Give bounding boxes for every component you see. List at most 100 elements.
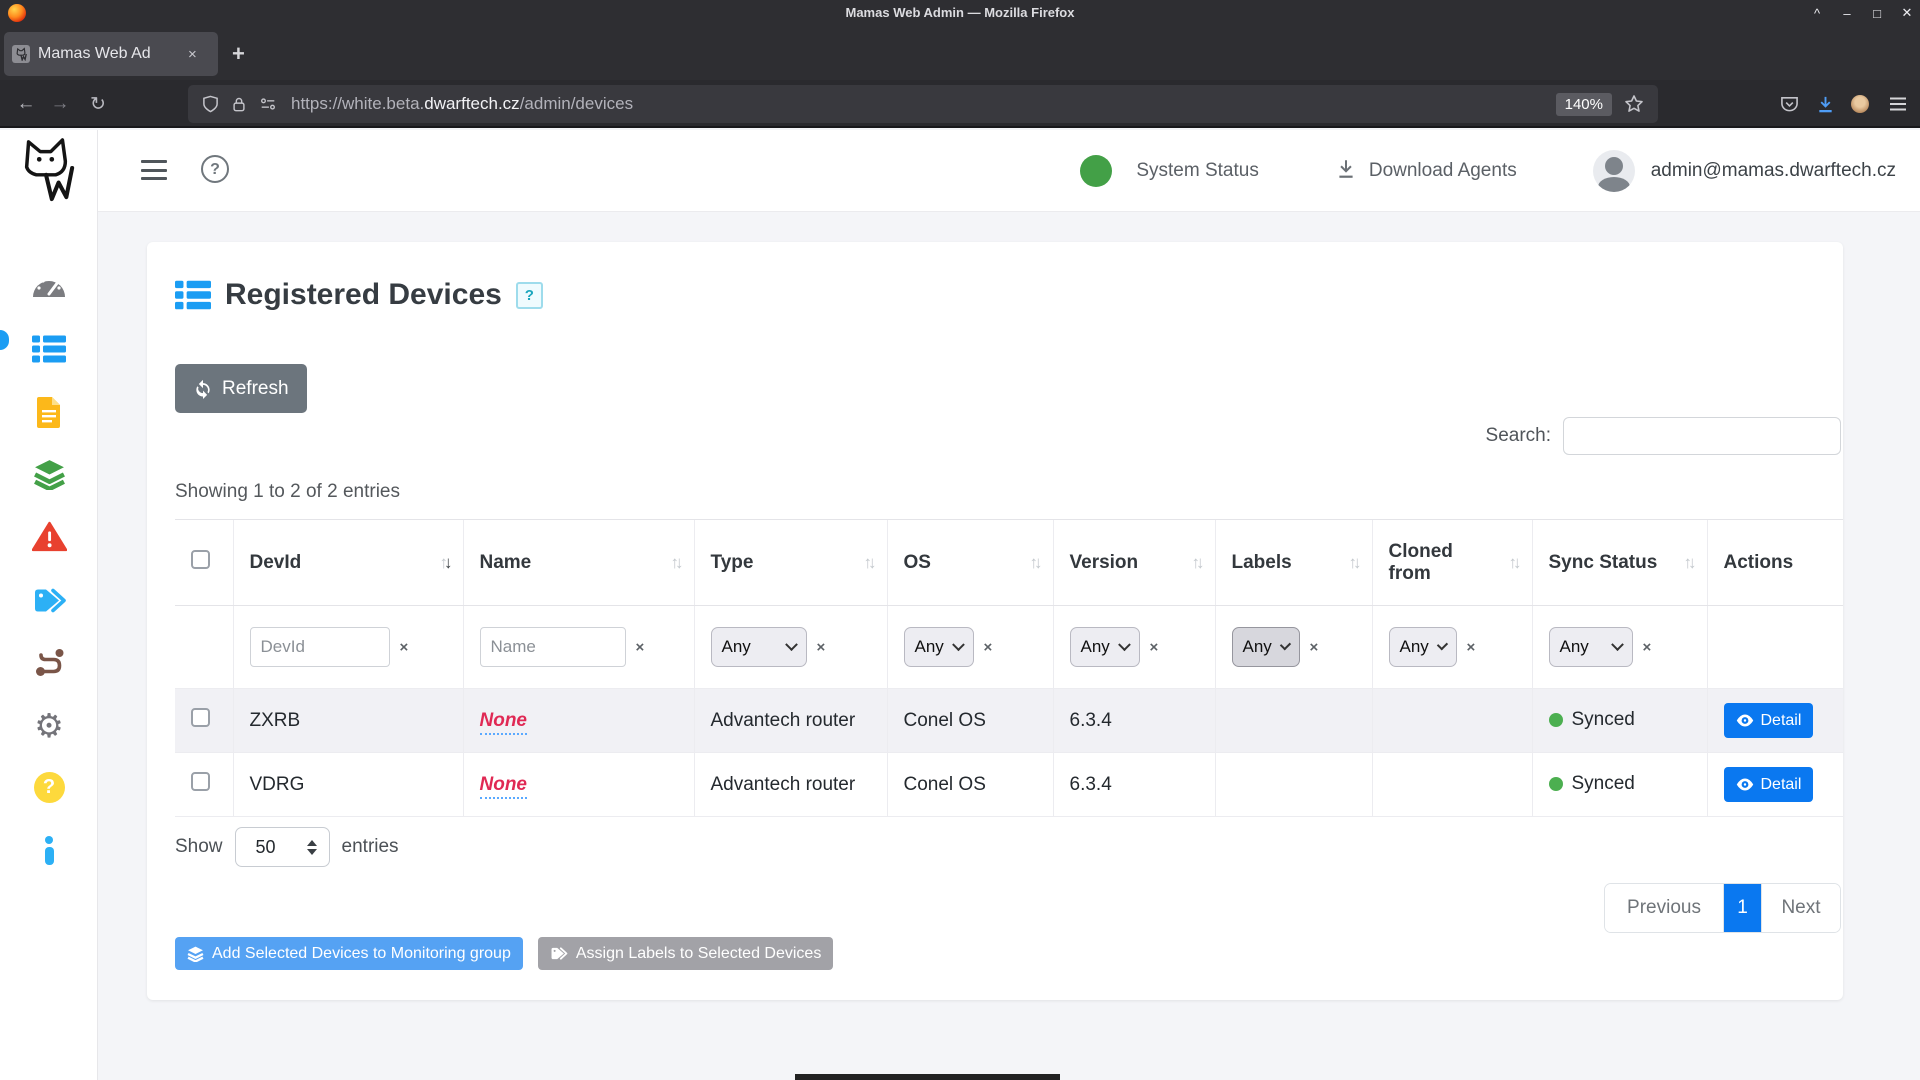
filter-devid-input[interactable]: [250, 627, 390, 667]
select-all-checkbox[interactable]: [191, 550, 210, 569]
window-close-button[interactable]: ✕: [1900, 5, 1914, 21]
app-header: ? System Status Download Agents admin@ma…: [98, 130, 1920, 212]
filter-cloned-from-select[interactable]: Any: [1389, 627, 1457, 667]
table-header-row: DevId↑↓ Name↑↓ Type↑↓ OS↑↓ Version↑↓ Lab…: [175, 520, 1843, 606]
filter-sync-status-select[interactable]: Any: [1549, 627, 1633, 667]
column-sync-status[interactable]: Sync Status↑↓: [1532, 520, 1707, 606]
tab-favicon: [12, 45, 30, 63]
filter-version-select[interactable]: Any: [1070, 627, 1140, 667]
clear-filter-icon[interactable]: ×: [1310, 639, 1319, 656]
sidebar-item-routes[interactable]: [29, 642, 69, 682]
window-maximize-button[interactable]: □: [1870, 6, 1884, 21]
reload-icon[interactable]: ↻: [86, 90, 110, 118]
pagination-previous[interactable]: Previous: [1605, 884, 1724, 932]
row-checkbox[interactable]: [191, 772, 210, 791]
clear-filter-icon[interactable]: ×: [400, 639, 409, 656]
column-cloned-from[interactable]: Cloned from↑↓: [1372, 520, 1532, 606]
layers-icon: [187, 946, 204, 962]
url-bar[interactable]: https://white.beta.dwarftech.cz/admin/de…: [188, 85, 1658, 123]
user-email[interactable]: admin@mamas.dwarftech.cz: [1651, 160, 1896, 182]
question-circle-icon: ?: [34, 772, 65, 803]
add-to-monitoring-group-button[interactable]: Add Selected Devices to Monitoring group: [175, 937, 523, 970]
pagination-next[interactable]: Next: [1761, 884, 1840, 932]
menu-hamburger-icon[interactable]: [1886, 90, 1910, 118]
downloads-icon[interactable]: [1814, 90, 1836, 118]
sidebar-item-alerts[interactable]: [29, 516, 69, 556]
column-labels[interactable]: Labels↑↓: [1215, 520, 1372, 606]
entries-label: entries: [342, 836, 399, 858]
row-checkbox[interactable]: [191, 708, 210, 727]
clear-filter-icon[interactable]: ×: [984, 639, 993, 656]
new-tab-button[interactable]: +: [232, 40, 245, 68]
assign-labels-button[interactable]: Assign Labels to Selected Devices: [538, 937, 833, 970]
sidebar-item-dashboard[interactable]: [29, 265, 69, 305]
url-text: https://white.beta.dwarftech.cz/admin/de…: [291, 94, 633, 114]
cell-cloned-from: [1372, 689, 1532, 753]
system-status-label[interactable]: System Status: [1136, 160, 1259, 182]
chevron-down-icon: [1280, 639, 1291, 650]
browser-tab[interactable]: Mamas Web Ad ×: [4, 32, 218, 76]
window-minimize-button[interactable]: –: [1840, 6, 1854, 21]
download-agents-icon: [1335, 158, 1357, 185]
column-version[interactable]: Version↑↓: [1053, 520, 1215, 606]
clear-filter-icon[interactable]: ×: [1467, 639, 1476, 656]
info-icon: [45, 836, 54, 865]
bookmark-star-icon[interactable]: [1624, 94, 1644, 114]
sidebar-item-labels[interactable]: [29, 580, 69, 620]
eye-icon: [1736, 714, 1754, 727]
tab-close-icon[interactable]: ×: [188, 46, 197, 63]
filter-name-input[interactable]: [480, 627, 626, 667]
user-avatar[interactable]: [1593, 150, 1635, 192]
clear-filter-icon[interactable]: ×: [817, 639, 826, 656]
title-help-badge[interactable]: ?: [516, 282, 543, 309]
clear-filter-icon[interactable]: ×: [1150, 639, 1159, 656]
filter-labels-select[interactable]: Any: [1232, 627, 1300, 667]
sidebar-toggle-hamburger-icon[interactable]: [141, 160, 167, 180]
download-agents-label[interactable]: Download Agents: [1369, 160, 1517, 182]
detail-button[interactable]: Detail: [1724, 767, 1814, 802]
lock-icon[interactable]: [231, 95, 247, 113]
column-devid[interactable]: DevId↑↓: [233, 520, 463, 606]
registered-devices-card: Registered Devices ? Refresh Search: Sho…: [147, 242, 1843, 1000]
pagination: Previous 1 Next: [1604, 883, 1841, 933]
zoom-level-badge[interactable]: 140%: [1556, 93, 1612, 116]
synced-dot: [1549, 713, 1563, 727]
sidebar-item-groups[interactable]: [29, 454, 69, 494]
synced-dot: [1549, 777, 1563, 791]
clear-filter-icon[interactable]: ×: [1643, 639, 1652, 656]
shield-icon[interactable]: [202, 95, 219, 113]
column-name[interactable]: Name↑↓: [463, 520, 694, 606]
speedometer-icon: [31, 270, 67, 300]
sidebar-item-devices[interactable]: [29, 329, 69, 369]
filter-type-select[interactable]: Any: [711, 627, 807, 667]
forward-icon[interactable]: →: [48, 90, 72, 118]
column-os[interactable]: OS↑↓: [887, 520, 1053, 606]
sidebar-item-help[interactable]: ?: [29, 767, 69, 807]
sidebar-item-settings[interactable]: ⚙: [29, 705, 69, 745]
sort-icon: ↑↓: [1349, 553, 1358, 573]
search-input[interactable]: [1563, 417, 1841, 455]
column-type[interactable]: Type↑↓: [694, 520, 887, 606]
sort-icon: ↑↓: [864, 553, 873, 573]
warning-triangle-icon: [32, 521, 67, 552]
dwarftech-cat-logo[interactable]: [16, 132, 76, 211]
window-pin-button[interactable]: ^: [1810, 6, 1824, 21]
pocket-icon[interactable]: [1778, 90, 1800, 118]
table-list-icon: [32, 335, 66, 363]
page-size-select[interactable]: 50: [235, 827, 330, 867]
cell-name: None: [463, 689, 694, 753]
sidebar-item-documents[interactable]: [29, 392, 69, 432]
permissions-icon[interactable]: [259, 96, 277, 112]
clear-filter-icon[interactable]: ×: [636, 639, 645, 656]
sidebar-item-about[interactable]: [29, 830, 69, 870]
pagination-page-1[interactable]: 1: [1724, 884, 1761, 932]
filter-os-select[interactable]: Any: [904, 627, 974, 667]
showing-entries-text: Showing 1 to 2 of 2 entries: [175, 481, 1843, 503]
extension-icon[interactable]: [1849, 90, 1871, 118]
detail-button[interactable]: Detail: [1724, 703, 1814, 738]
refresh-button[interactable]: Refresh: [175, 364, 307, 413]
sort-icon: ↑↓: [440, 553, 449, 573]
back-icon[interactable]: ←: [14, 90, 38, 118]
header-help-icon[interactable]: ?: [201, 155, 229, 183]
filter-row: × × Any × Any × Any × Any × Any × Any ×: [175, 606, 1843, 689]
